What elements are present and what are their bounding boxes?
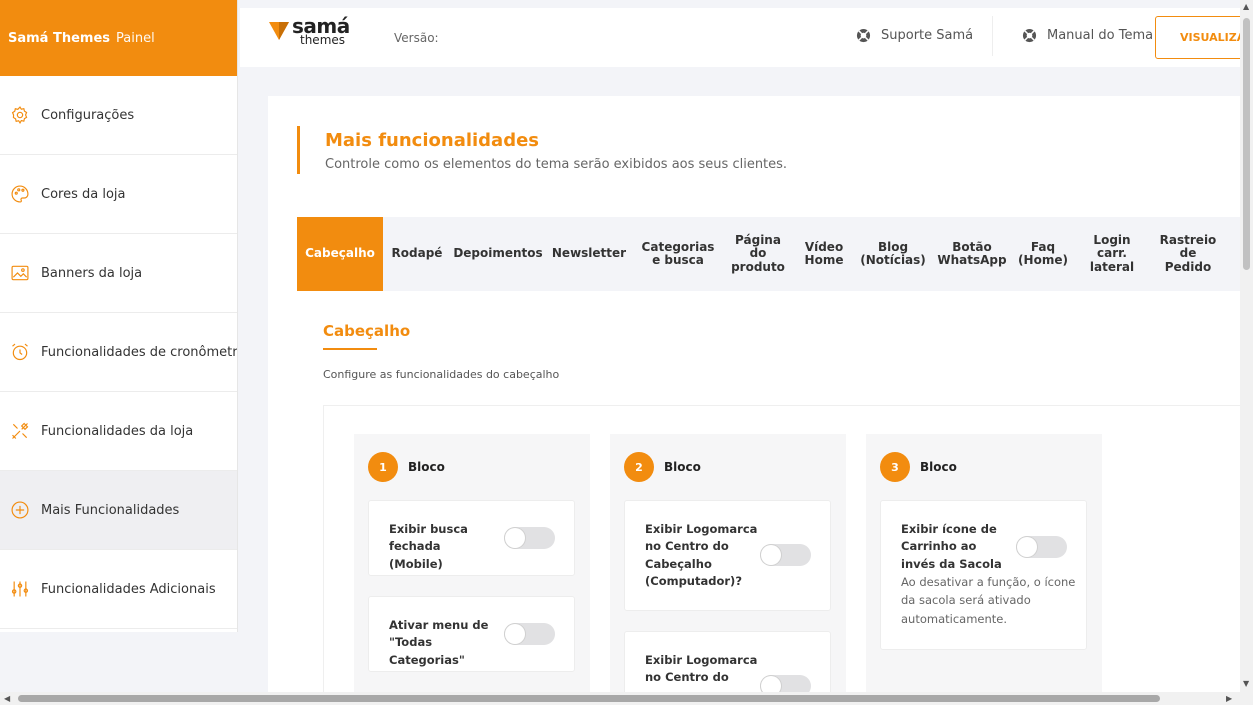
tab-blog[interactable]: Blog (Notícias) bbox=[855, 217, 931, 291]
toggle-switch[interactable] bbox=[1016, 536, 1067, 558]
toggle-knob bbox=[505, 528, 525, 548]
tab-depoimentos[interactable]: Depoimentos bbox=[451, 217, 545, 291]
toggle-knob bbox=[505, 624, 525, 644]
vertical-scroll-thumb[interactable] bbox=[1243, 18, 1250, 270]
blocks-container: 1 Bloco Exibir busca fechada (Mobile) At… bbox=[323, 405, 1240, 696]
sidebar-item-funcionalidades-adicionais[interactable]: Funcionalidades Adicionais bbox=[0, 550, 237, 629]
block-header: 2 Bloco bbox=[624, 452, 701, 482]
scroll-up-icon[interactable]: ▲ bbox=[1243, 3, 1249, 11]
sidebar-item-cores[interactable]: Cores da loja bbox=[0, 155, 237, 234]
page-subtitle: Controle como os elementos do tema serão… bbox=[325, 157, 788, 172]
option-card: Exibir busca fechada (Mobile) bbox=[368, 500, 575, 576]
brand-name: Samá Themes bbox=[8, 30, 111, 46]
sidebar-item-banners[interactable]: Banners da loja bbox=[0, 234, 237, 313]
brand-header[interactable]: Samá Themes Painel bbox=[0, 0, 237, 76]
sidebar-item-label: Funcionalidades de cronômetros bbox=[41, 344, 238, 360]
scroll-left-icon[interactable]: ◀ bbox=[4, 695, 10, 703]
block-1: 1 Bloco Exibir busca fechada (Mobile) At… bbox=[354, 434, 590, 696]
image-icon bbox=[9, 262, 31, 284]
section-description: Configure as funcionalidades do cabeçalh… bbox=[323, 368, 560, 381]
sama-logo[interactable]: samá themes bbox=[268, 16, 350, 46]
scroll-right-icon[interactable]: ▶ bbox=[1226, 695, 1232, 703]
option-card: Ativar menu de "Todas Categorias" bbox=[368, 596, 575, 672]
option-card: Exibir Logomarca no Centro do bbox=[624, 631, 831, 696]
tab-faq[interactable]: Faq (Home) bbox=[1013, 217, 1073, 291]
block-number-badge: 1 bbox=[368, 452, 398, 482]
tab-rastreio-pedido[interactable]: Rastreio de Pedido bbox=[1151, 217, 1225, 291]
tab-cabecalho[interactable]: Cabeçalho bbox=[297, 217, 383, 291]
block-label: Bloco bbox=[920, 460, 957, 474]
sidebar-item-label: Funcionalidades da loja bbox=[41, 423, 194, 439]
option-label: Exibir busca fechada (Mobile) bbox=[389, 522, 468, 571]
horizontal-scrollbar[interactable]: ◀ ▶ bbox=[0, 692, 1253, 705]
option-label: Exibir ícone de Carrinho ao invés da Sac… bbox=[901, 522, 1002, 571]
tab-video-home[interactable]: Vídeo Home bbox=[793, 217, 855, 291]
lifebuoy-icon bbox=[1022, 28, 1037, 43]
sidebar-item-label: Cores da loja bbox=[41, 186, 126, 202]
toggle-knob bbox=[1017, 537, 1037, 557]
palette-icon bbox=[9, 183, 31, 205]
top-bar: samá themes Versão: Suporte Samá Manual … bbox=[240, 8, 1245, 67]
option-note: Ao desativar a função, o ícone da sacola… bbox=[901, 575, 1076, 626]
option-label: Exibir Logomarca no Centro do bbox=[645, 653, 758, 685]
toggle-switch[interactable] bbox=[504, 527, 555, 549]
topbar-divider bbox=[992, 16, 993, 56]
sidebar-item-label: Configurações bbox=[41, 107, 135, 123]
tab-botao-whatsapp[interactable]: Botão WhatsApp bbox=[931, 217, 1013, 291]
view-store-button[interactable]: VISUALIZAR bbox=[1155, 16, 1245, 59]
alarm-clock-icon bbox=[9, 341, 31, 363]
sidebar-item-cronometros[interactable]: Funcionalidades de cronômetros bbox=[0, 313, 237, 392]
manual-link[interactable]: Manual do Tema bbox=[1022, 28, 1153, 43]
sidebar-item-label: Banners da loja bbox=[41, 265, 143, 281]
support-link[interactable]: Suporte Samá bbox=[856, 28, 973, 43]
block-2: 2 Bloco Exibir Logomarca no Centro do Ca… bbox=[610, 434, 846, 696]
tab-pagina-produto[interactable]: Página do produto bbox=[723, 217, 793, 291]
toggle-knob bbox=[761, 545, 781, 565]
block-label: Bloco bbox=[664, 460, 701, 474]
sliders-icon bbox=[9, 578, 31, 600]
main-card: Mais funcionalidades Controle como os el… bbox=[268, 96, 1240, 696]
sidebar-item-label: Funcionalidades Adicionais bbox=[41, 581, 216, 597]
sidebar-item-configuracoes[interactable]: Configurações bbox=[0, 76, 237, 155]
block-number-badge: 2 bbox=[624, 452, 654, 482]
version-label: Versão: bbox=[394, 31, 439, 45]
option-label: Exibir Logomarca no Centro do Cabeçalho … bbox=[645, 522, 758, 588]
feature-tabs: Cabeçalho Rodapé Depoimentos Newsletter … bbox=[297, 217, 1240, 291]
tab-rodape[interactable]: Rodapé bbox=[383, 217, 451, 291]
section-underline bbox=[323, 348, 377, 350]
manual-label: Manual do Tema bbox=[1047, 28, 1154, 43]
option-card: Exibir ícone de Carrinho ao invés da Sac… bbox=[880, 500, 1087, 650]
option-card: Exibir Logomarca no Centro do Cabeçalho … bbox=[624, 500, 831, 611]
horizontal-scroll-thumb[interactable] bbox=[18, 695, 1160, 702]
tab-categorias-busca[interactable]: Categorias e busca bbox=[633, 217, 723, 291]
block-3: 3 Bloco Exibir ícone de Carrinho ao invé… bbox=[866, 434, 1102, 696]
logo-triangle-icon bbox=[269, 22, 289, 40]
block-header: 1 Bloco bbox=[368, 452, 445, 482]
option-label: Ativar menu de "Todas Categorias" bbox=[389, 618, 489, 667]
sidebar-item-label: Mais Funcionalidades bbox=[41, 502, 180, 518]
vertical-scrollbar[interactable]: ▲ ▼ bbox=[1240, 0, 1253, 692]
tab-newsletter[interactable]: Newsletter bbox=[545, 217, 633, 291]
lifebuoy-icon bbox=[856, 28, 871, 43]
brand-suffix: Painel bbox=[116, 30, 155, 46]
sidebar-item-mais-funcionalidades[interactable]: Mais Funcionalidades bbox=[0, 471, 237, 550]
title-accent-bar bbox=[297, 126, 300, 174]
gear-icon bbox=[9, 104, 31, 126]
page-title: Mais funcionalidades bbox=[325, 130, 540, 151]
support-label: Suporte Samá bbox=[881, 28, 974, 43]
sidebar: Samá Themes Painel Configurações Cores d… bbox=[0, 0, 238, 632]
toggle-switch[interactable] bbox=[760, 544, 811, 566]
sidebar-item-funcionalidades-loja[interactable]: Funcionalidades da loja bbox=[0, 392, 237, 471]
tab-login-carrinho[interactable]: Login carr. lateral bbox=[1073, 217, 1151, 291]
block-label: Bloco bbox=[408, 460, 445, 474]
section-title: Cabeçalho bbox=[323, 322, 411, 340]
plus-circle-icon bbox=[9, 499, 31, 521]
scroll-down-icon[interactable]: ▼ bbox=[1243, 680, 1249, 688]
block-header: 3 Bloco bbox=[880, 452, 957, 482]
tools-icon bbox=[9, 420, 31, 442]
toggle-switch[interactable] bbox=[504, 623, 555, 645]
logo-text-line2: themes bbox=[300, 33, 346, 47]
block-number-badge: 3 bbox=[880, 452, 910, 482]
